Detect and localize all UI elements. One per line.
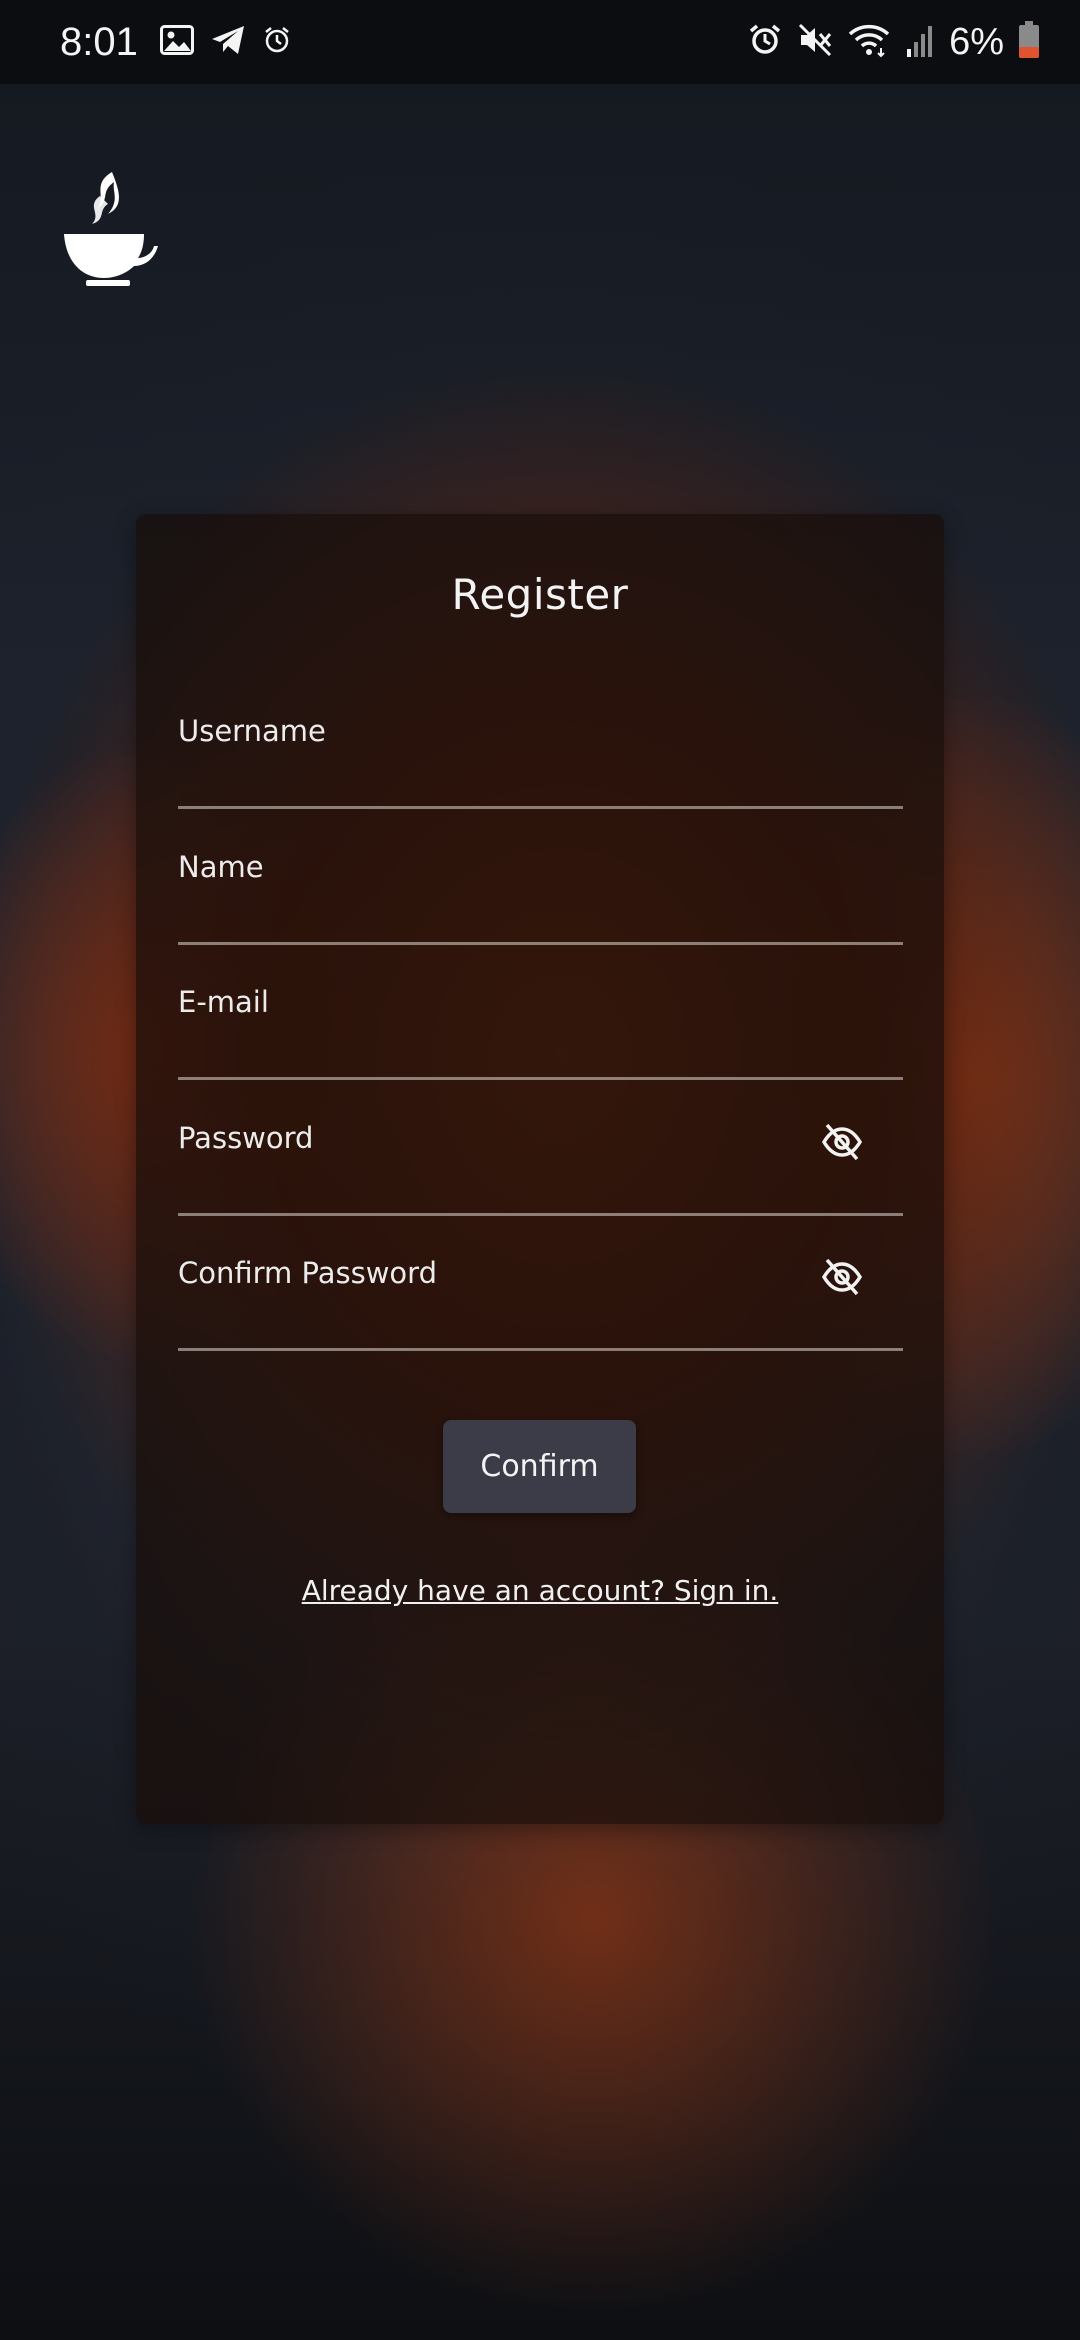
sign-in-link[interactable]: Already have an account? Sign in.: [136, 1574, 944, 1607]
alarm-clock-icon: [262, 25, 292, 59]
username-field[interactable]: Username: [178, 674, 903, 809]
wifi-icon: [847, 22, 891, 62]
telegram-icon: [210, 24, 246, 60]
confirm-password-field[interactable]: Confirm Password: [178, 1216, 903, 1351]
coffee-cup-logo: [62, 170, 158, 290]
alarm-icon: [747, 22, 783, 62]
name-label: Name: [178, 850, 264, 884]
gallery-icon: [159, 25, 194, 59]
page-title: Register: [451, 570, 629, 619]
battery-low-icon: [1018, 21, 1040, 63]
eye-off-icon[interactable]: [821, 1256, 863, 1298]
battery-percent: 6%: [949, 20, 1004, 63]
email-label: E-mail: [178, 985, 269, 1019]
confirm-button[interactable]: Confirm: [443, 1420, 636, 1513]
signal-icon: [905, 23, 935, 61]
eye-off-icon[interactable]: [821, 1121, 863, 1163]
password-field[interactable]: Password: [178, 1081, 903, 1216]
username-label: Username: [178, 714, 326, 748]
confirm-password-label: Confirm Password: [178, 1256, 437, 1290]
status-bar: 8:01 6%: [0, 0, 1080, 84]
register-card: Register Username Name E-mail Password C…: [136, 514, 944, 1824]
name-field[interactable]: Name: [178, 810, 903, 945]
mute-icon: [797, 22, 833, 62]
password-label: Password: [178, 1121, 314, 1155]
status-time: 8:01: [60, 19, 138, 64]
email-field[interactable]: E-mail: [178, 945, 903, 1080]
